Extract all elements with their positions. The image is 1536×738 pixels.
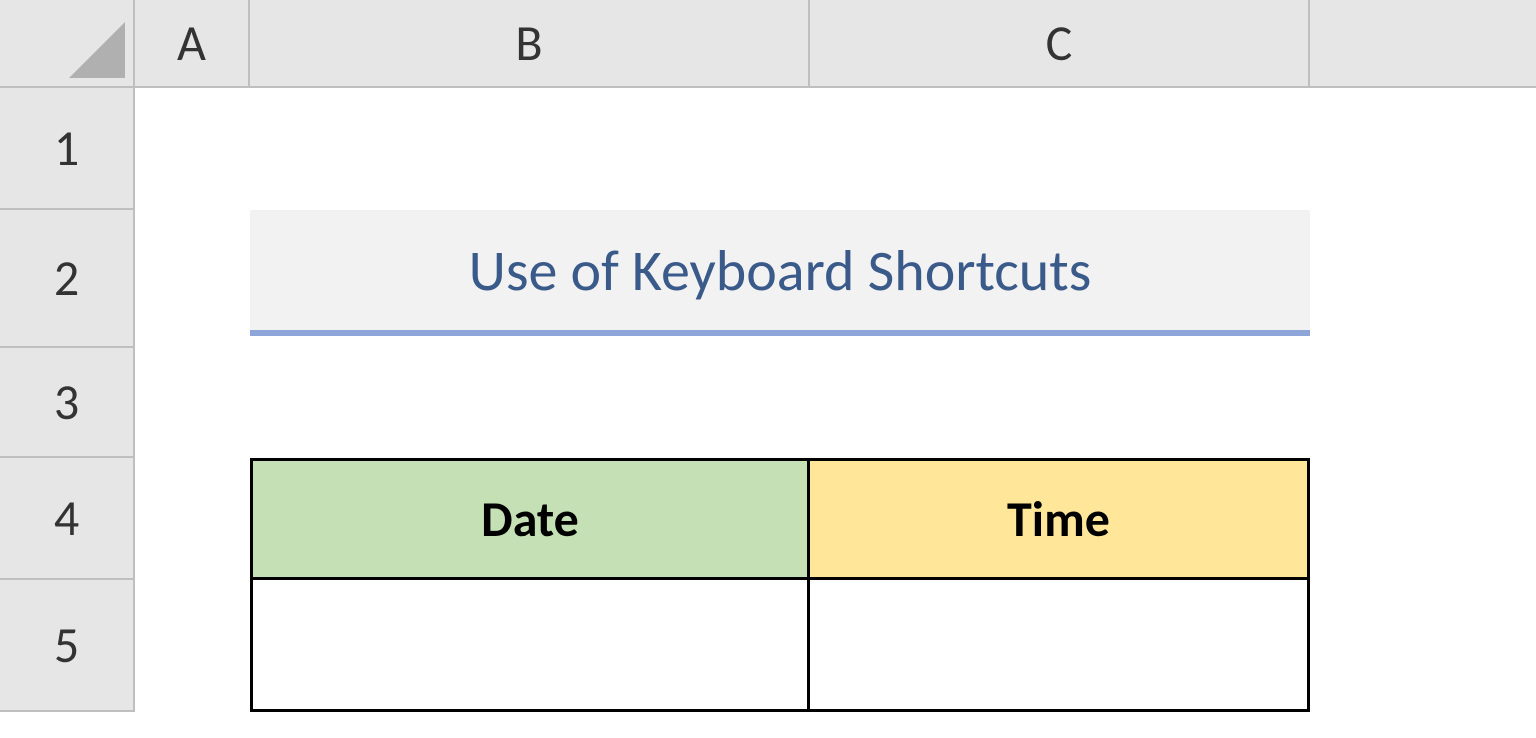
column-header-A[interactable]: A xyxy=(135,0,250,88)
cell-B1[interactable] xyxy=(250,88,810,210)
date-header-label: Date xyxy=(481,489,579,550)
grid-row-1 xyxy=(135,88,1536,210)
cell-B2C2-merged[interactable]: Use of Keyboard Shortcuts xyxy=(250,210,1310,336)
column-headers: A B C xyxy=(0,0,1536,88)
cell-A4[interactable] xyxy=(135,458,250,580)
cell-A2[interactable] xyxy=(135,210,250,348)
grid-row-2: Use of Keyboard Shortcuts xyxy=(135,210,1536,348)
row-header-1[interactable]: 1 xyxy=(0,88,135,210)
spreadsheet: A B C 1 2 3 4 5 Use of Keyboard Shortcut… xyxy=(0,0,1536,738)
cell-B5-date-value[interactable] xyxy=(250,580,810,712)
cell-C5-time-value[interactable] xyxy=(810,580,1310,712)
grid-row-3 xyxy=(135,348,1536,458)
cell-tail-1 xyxy=(1310,88,1536,210)
cell-C4-time-header[interactable]: Time xyxy=(810,458,1310,580)
cell-tail-4 xyxy=(1310,458,1536,580)
cell-tail-5 xyxy=(1310,580,1536,712)
row-header-3[interactable]: 3 xyxy=(0,348,135,458)
row-headers: 1 2 3 4 5 xyxy=(0,88,135,712)
grid-row-5 xyxy=(135,580,1536,712)
cell-B3[interactable] xyxy=(250,348,810,458)
title-box: Use of Keyboard Shortcuts xyxy=(250,210,1310,336)
column-header-B[interactable]: B xyxy=(250,0,810,88)
column-header-C[interactable]: C xyxy=(810,0,1310,88)
grid-body: Use of Keyboard Shortcuts Date Time xyxy=(135,88,1536,712)
time-header-label: Time xyxy=(1007,489,1110,550)
grid-row-4: Date Time xyxy=(135,458,1536,580)
cell-tail-3 xyxy=(1310,348,1536,458)
cell-tail-2 xyxy=(1310,210,1536,348)
cell-C1[interactable] xyxy=(810,88,1310,210)
cell-C3[interactable] xyxy=(810,348,1310,458)
row-header-4[interactable]: 4 xyxy=(0,458,135,580)
select-all-corner[interactable] xyxy=(0,0,135,88)
cell-A1[interactable] xyxy=(135,88,250,210)
cell-A5[interactable] xyxy=(135,580,250,712)
row-header-2[interactable]: 2 xyxy=(0,210,135,348)
column-header-tail xyxy=(1310,0,1536,88)
select-all-triangle-icon xyxy=(69,22,125,78)
title-text: Use of Keyboard Shortcuts xyxy=(469,235,1092,306)
cell-B4-date-header[interactable]: Date xyxy=(250,458,810,580)
row-header-5[interactable]: 5 xyxy=(0,580,135,712)
cell-A3[interactable] xyxy=(135,348,250,458)
